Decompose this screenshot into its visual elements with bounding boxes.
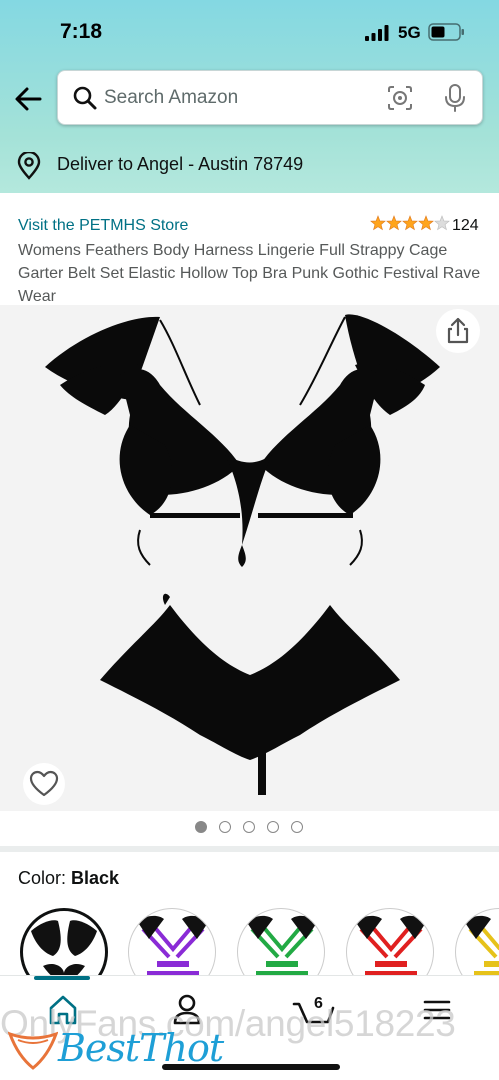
carousel-dot[interactable] (243, 821, 255, 833)
color-label: Color: (18, 868, 72, 888)
color-selection: Color: Black (18, 868, 119, 889)
status-bar: 7:18 5G (0, 0, 499, 66)
share-button[interactable] (436, 309, 480, 353)
carousel-dots (0, 811, 499, 846)
carousel-dot[interactable] (291, 821, 303, 833)
product-title: Womens Feathers Body Harness Lingerie Fu… (18, 242, 481, 305)
wishlist-button[interactable] (23, 763, 65, 805)
active-tab-indicator (34, 976, 90, 980)
location-pin-icon (17, 152, 41, 180)
product-info: Visit the PETMHS Store 124 Womens Feathe… (0, 193, 499, 305)
star-icon (434, 215, 450, 231)
search-bar[interactable] (57, 70, 483, 125)
back-button[interactable] (12, 82, 46, 116)
star-icon (402, 215, 418, 231)
arrow-left-icon (15, 87, 42, 111)
carousel-dot[interactable] (195, 821, 207, 833)
camera-scan-icon[interactable] (386, 84, 414, 112)
carousel-dot[interactable] (267, 821, 279, 833)
product-image (45, 314, 440, 795)
header: 7:18 5G Search Amazon Deliver to Angel -… (0, 0, 499, 193)
delivery-location[interactable]: Deliver to Angel - Austin 78749 (0, 138, 499, 193)
battery-icon (428, 23, 464, 41)
rating-stars-icon[interactable] (370, 215, 450, 231)
search-icon (73, 86, 97, 110)
rating-count[interactable]: 124 (452, 217, 479, 235)
share-icon (447, 317, 469, 344)
microphone-icon[interactable] (444, 83, 466, 113)
watermark-logo-icon (8, 1031, 58, 1070)
section-divider (0, 846, 499, 852)
delivery-text: Deliver to Angel - Austin 78749 (57, 154, 304, 174)
product-image-carousel[interactable] (0, 305, 499, 811)
status-time: 7:18 (60, 20, 103, 43)
star-icon (370, 215, 386, 231)
watermark-brand: BestThot (58, 1026, 224, 1070)
star-icon (418, 215, 434, 231)
star-icon (386, 215, 402, 231)
signal-icon (365, 25, 389, 41)
store-link[interactable]: Visit the PETMHS Store (18, 217, 188, 235)
heart-icon (29, 770, 59, 797)
network-type: 5G (398, 23, 421, 42)
search-input[interactable] (104, 80, 374, 116)
color-value: Black (71, 868, 120, 888)
carousel-dot[interactable] (219, 821, 231, 833)
